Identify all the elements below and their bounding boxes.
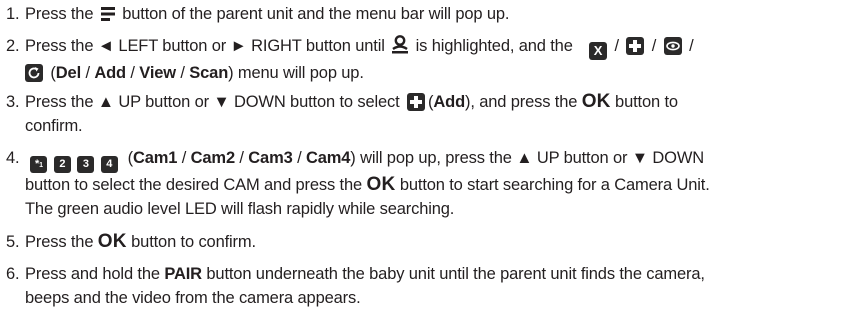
step-3: 3. Press the ▲ UP button or ▼ DOWN button…: [6, 90, 846, 138]
pair-button-label: PAIR: [164, 265, 202, 283]
del-label: Del: [55, 64, 82, 82]
cam3-icon: 3: [77, 156, 95, 173]
ok-button-label: OK: [366, 174, 396, 195]
separator: /: [181, 149, 187, 167]
step-text: and press the: [479, 93, 578, 111]
step-4: 4. *1 2 3 4 (Cam1 / Cam2 / Cam3 / Cam4) …: [6, 146, 846, 221]
step-text: Press the ▲ UP button or ▼ DOWN button t…: [25, 93, 400, 111]
cam2-icon: 2: [53, 156, 71, 173]
add-label: Add: [94, 64, 126, 82]
step-text: Press the: [25, 5, 94, 23]
step-text: will pop up, press the ▲ UP button or ▼ …: [360, 149, 705, 167]
step-number: 1.: [6, 5, 20, 23]
delete-x-icon: X: [589, 42, 608, 60]
cam-label: Cam2: [190, 149, 235, 167]
step-number: 3.: [6, 93, 20, 111]
separator: /: [651, 37, 657, 55]
cam-label: Cam3: [248, 149, 293, 167]
step-text: Press the: [25, 37, 94, 55]
step-text: button underneath the baby unit until th…: [206, 265, 705, 283]
user-pair-icon: [392, 35, 409, 61]
menu-icon: [100, 5, 115, 29]
instruction-page: 1. Press the button of the parent unit an…: [0, 0, 856, 318]
step-text: confirm.: [25, 117, 83, 135]
separator: /: [85, 64, 90, 82]
step-2: 2. Press the ◄ LEFT button or ► RIGHT but…: [6, 34, 846, 85]
step-text: The green audio level LED will flash rap…: [25, 200, 455, 218]
add-plus-icon: [626, 37, 645, 55]
scan-refresh-icon: [25, 64, 43, 82]
view-label: View: [139, 64, 176, 82]
step-6: 6. Press and hold the PAIR button underne…: [6, 262, 846, 310]
step-text: button to: [615, 93, 678, 111]
step-text: is highlighted, and the: [415, 37, 573, 55]
step-text: button of the parent unit and the menu b…: [122, 5, 510, 23]
view-eye-icon: [663, 37, 682, 55]
separator: /: [689, 37, 694, 55]
cam1-icon: *1: [30, 156, 48, 173]
step-text: beeps and the video from the camera appe…: [25, 289, 361, 307]
scan-label: Scan: [189, 64, 229, 82]
step-text: button to start searching for a Camera U…: [399, 176, 710, 194]
step-text: ◄ LEFT button or ► RIGHT button until: [97, 37, 385, 55]
separator: /: [239, 149, 244, 167]
step-number: 4.: [6, 149, 20, 167]
step-number: 6.: [6, 265, 20, 283]
ok-button-label: OK: [581, 91, 611, 112]
step-text: Press the: [25, 233, 94, 251]
separator: /: [614, 37, 619, 55]
step-number: 5.: [6, 233, 20, 251]
cam-label: Cam1: [132, 149, 178, 167]
add-label: Add: [433, 93, 465, 111]
step-text: Press and hold the: [25, 265, 160, 283]
step-number: 2.: [6, 37, 20, 55]
cam4-icon: 4: [100, 156, 118, 173]
separator: /: [130, 64, 135, 82]
separator: /: [297, 149, 302, 167]
add-plus-icon: [407, 93, 426, 111]
step-5: 5. Press the OK button to confirm.: [6, 230, 846, 254]
step-text: button to select the desired CAM and pre…: [25, 176, 363, 194]
separator: /: [180, 64, 185, 82]
ok-button-label: OK: [97, 231, 127, 252]
step-text: menu will pop up.: [237, 64, 364, 82]
step-text: button to confirm.: [131, 233, 256, 251]
cam-label: Cam4: [305, 149, 351, 167]
step-1: 1. Press the button of the parent unit an…: [6, 2, 846, 29]
